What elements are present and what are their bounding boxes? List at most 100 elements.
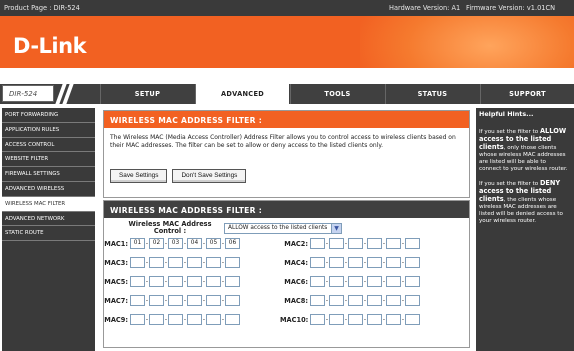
helpful-hints-panel: Helpful Hints... If you set the filter t… [476,108,574,351]
mac-control-select[interactable]: ALLOW access to the listed clients ▼ [224,223,342,234]
mac-octet-input[interactable] [225,257,240,268]
sidebar-item-website-filter[interactable]: WEBSITE FILTER [2,152,95,168]
filter-info-section: WIRELESS MAC ADDRESS FILTER : The Wirele… [103,110,470,198]
mac-octet-input[interactable] [386,314,401,325]
chevron-down-icon[interactable]: ▼ [331,224,341,233]
mac-octet-input[interactable] [310,295,325,306]
mac-octet-input[interactable]: 02 [149,238,164,249]
mac-octet-input[interactable] [168,295,183,306]
mac-octet-input[interactable] [168,314,183,325]
mac-octet-input[interactable] [348,257,363,268]
mac-octet-input[interactable] [206,276,221,287]
mac-octet-input[interactable] [225,295,240,306]
mac-octet-input[interactable] [329,295,344,306]
mac-octet-input[interactable] [348,295,363,306]
mac-octet-input[interactable] [206,295,221,306]
mac-octet-input[interactable] [405,276,420,287]
sidebar-item-advanced-network[interactable]: ADVANCED NETWORK [2,212,95,227]
mac-octet-input[interactable] [367,314,382,325]
mac-octet-input[interactable] [329,257,344,268]
mac-octet-input[interactable] [386,295,401,306]
save-settings-button[interactable]: Save Settings [110,169,168,183]
mac-octet-input[interactable] [149,276,164,287]
mac-row-3: MAC3: - - - - - [100,257,240,268]
mac-octet-input[interactable] [329,314,344,325]
mac-octet-input[interactable] [310,238,325,249]
mac-octet-input[interactable]: 04 [187,238,202,249]
mac-octet-input[interactable] [168,257,183,268]
mac-octet-input[interactable] [386,276,401,287]
mac-octet-input[interactable] [168,276,183,287]
nav-tab-support[interactable]: SUPPORT [480,84,574,104]
mac-row-5: MAC5: - - - - - [100,276,240,287]
mac-octet-input[interactable] [187,276,202,287]
mac-octet-input[interactable] [348,276,363,287]
mac-octet-input[interactable] [225,276,240,287]
mac-octet-input[interactable] [329,276,344,287]
mac-octet-input[interactable] [187,295,202,306]
mac-octet-input[interactable] [405,314,420,325]
nav-tabs: SETUP ADVANCED TOOLS STATUS SUPPORT [100,84,574,104]
sidebar-item-firewall-settings[interactable]: FIREWALL SETTINGS [2,167,95,182]
mac-octet-input[interactable] [149,257,164,268]
mac-octet-input[interactable] [367,238,382,249]
banner-glow [360,16,574,68]
mac-octet-input[interactable] [149,314,164,325]
mac-octet-input[interactable] [310,276,325,287]
sidebar-item-port-forwarding[interactable]: PORT FORWARDING [2,108,95,123]
hint-deny: If you set the filter to DENY access to … [479,180,568,225]
hint-allow: If you set the filter to ALLOW access to… [479,128,568,173]
mac-octet-input[interactable] [386,257,401,268]
mac-label: MAC5: [104,277,128,286]
mac-octet-input[interactable]: 03 [168,238,183,249]
mac-row-2: MAC2: - - - - - [280,238,420,249]
mac-label: MAC9: [104,315,128,324]
mac-filter-table-section: WIRELESS MAC ADDRESS FILTER : Wireless M… [103,200,470,348]
mac-octet-input[interactable] [130,314,145,325]
mac-label: MAC1: [104,239,128,248]
sidebar-item-application-rules[interactable]: APPLICATION RULES [2,123,95,138]
sidebar-item-static-route[interactable]: STATIC ROUTE [2,226,95,242]
sidebar-item-advanced-wireless[interactable]: ADVANCED WIRELESS [2,182,95,197]
mac-octet-input[interactable] [130,276,145,287]
mac-octet-input[interactable] [348,238,363,249]
sidebar-item-wireless-mac-filter[interactable]: WIRELESS MAC FILTER [2,196,95,212]
mac-octet-input[interactable] [130,295,145,306]
dont-save-settings-button[interactable]: Don't Save Settings [172,169,247,183]
mac-row-1: MAC1: 01-02-03-04-05-06 [100,238,240,249]
brand-banner: D-Link [0,16,574,68]
hints-title: Helpful Hints... [479,110,534,118]
dlink-logo: D-Link [13,34,87,58]
mac-octet-input[interactable] [367,276,382,287]
mac-octet-input[interactable] [405,295,420,306]
mac-octet-input[interactable] [386,238,401,249]
mac-octet-input[interactable] [187,257,202,268]
mac-octet-input[interactable] [310,257,325,268]
mac-octet-input[interactable] [130,257,145,268]
mac-octet-input[interactable] [206,314,221,325]
mac-control-value: ALLOW access to the listed clients [228,225,328,231]
mac-octet-input[interactable] [405,257,420,268]
mac-octet-input[interactable]: 06 [225,238,240,249]
firmware-version: Firmware Version: v1.01CN [466,4,555,12]
mac-octet-input[interactable]: 01 [130,238,145,249]
mac-octet-input[interactable] [310,314,325,325]
nav-tab-tools[interactable]: TOOLS [290,84,384,104]
model-badge: DIR-524 [2,85,54,102]
mac-octet-input[interactable]: 05 [206,238,221,249]
sidebar-item-access-control[interactable]: ACCESS CONTROL [2,138,95,153]
top-info-bar: Product Page : DIR-524 Hardware Version:… [0,0,574,16]
mac-octet-input[interactable] [405,238,420,249]
mac-octet-input[interactable] [329,238,344,249]
mac-octet-input[interactable] [187,314,202,325]
mac-octet-input[interactable] [367,257,382,268]
mac-octet-input[interactable] [149,295,164,306]
mac-octet-input[interactable] [225,314,240,325]
mac-row-4: MAC4: - - - - - [280,257,420,268]
nav-tab-status[interactable]: STATUS [385,84,479,104]
mac-octet-input[interactable] [348,314,363,325]
mac-octet-input[interactable] [367,295,382,306]
mac-octet-input[interactable] [206,257,221,268]
nav-tab-advanced[interactable]: ADVANCED [195,84,289,104]
nav-tab-setup[interactable]: SETUP [100,84,194,104]
